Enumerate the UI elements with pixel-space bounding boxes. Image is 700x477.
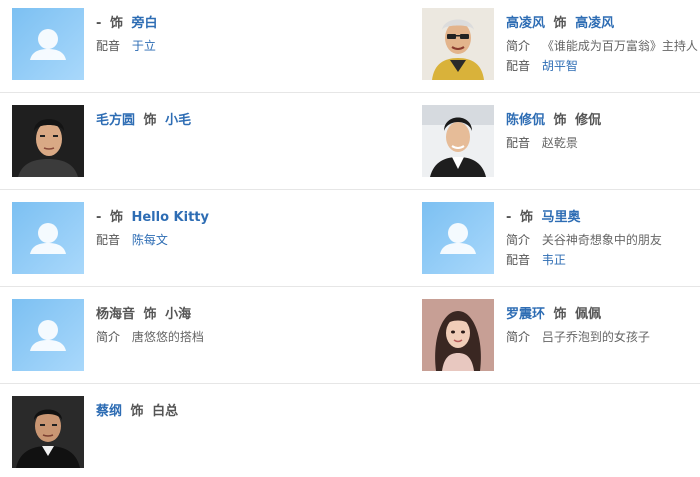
- intro-label: 简介: [506, 233, 531, 247]
- cast-card: 罗震环 饰 佩佩 简介 吕子乔泡到的女孩子: [422, 299, 700, 379]
- actor-photo[interactable]: [422, 105, 494, 177]
- actor-photo-image: [422, 105, 494, 177]
- intro-text: 关谷神奇想象中的朋友: [541, 233, 662, 247]
- row-divider: [0, 383, 700, 384]
- actor-name[interactable]: 高凌风: [506, 16, 545, 31]
- actor-name: 杨海音: [96, 307, 136, 322]
- actor-photo[interactable]: [12, 105, 84, 177]
- default-person-icon: [12, 202, 84, 274]
- row-divider: [0, 92, 700, 93]
- voice-actor-link[interactable]: 陈每文: [132, 233, 168, 247]
- intro-label: 简介: [506, 39, 531, 53]
- intro-label: 简介: [506, 330, 531, 344]
- intro-label: 简介: [96, 330, 121, 344]
- cast-card: 毛方圆 饰 小毛: [12, 105, 302, 185]
- role-name: 佩佩: [575, 307, 602, 322]
- voice-label: 配音: [506, 136, 531, 150]
- voice-label: 配音: [96, 233, 121, 247]
- role-name: 修侃: [575, 113, 602, 128]
- cast-list: - 饰 旁白 配音 于立 高凌风 饰 高凌风 简介 《谁能成为百万富翁》主持人 …: [0, 0, 700, 477]
- row-divider: [0, 286, 700, 287]
- avatar-placeholder[interactable]: [422, 202, 494, 274]
- role-name: 白总: [152, 404, 179, 419]
- intro-text: 吕子乔泡到的女孩子: [541, 330, 650, 344]
- default-person-icon: [422, 202, 494, 274]
- role-separator: 饰: [109, 210, 123, 225]
- actor-photo-image: [12, 105, 84, 177]
- role-name[interactable]: Hello Kitty: [131, 210, 209, 225]
- cast-card: - 饰 Hello Kitty 配音 陈每文: [12, 202, 302, 282]
- role-separator: 饰: [143, 307, 157, 322]
- voice-actor-link[interactable]: 于立: [132, 39, 156, 53]
- avatar-placeholder[interactable]: [12, 299, 84, 371]
- voice-label: 配音: [506, 59, 531, 73]
- voice-actor-link[interactable]: 韦正: [542, 253, 566, 267]
- actor-name: -: [96, 16, 102, 31]
- role-name[interactable]: 马里奥: [541, 210, 580, 225]
- intro-text: 《谁能成为百万富翁》主持人: [541, 39, 698, 53]
- actor-photo-image: [422, 299, 494, 371]
- role-separator: 饰: [553, 113, 567, 128]
- role-name[interactable]: 旁白: [131, 16, 157, 31]
- role-separator: 饰: [519, 210, 533, 225]
- actor-name[interactable]: 毛方圆: [96, 113, 135, 128]
- role-separator: 饰: [553, 16, 567, 31]
- role-separator: 饰: [130, 404, 144, 419]
- actor-photo[interactable]: [12, 396, 84, 468]
- role-separator: 饰: [143, 113, 157, 128]
- cast-card: - 饰 马里奥 简介 关谷神奇想象中的朋友 配音 韦正: [422, 202, 700, 282]
- actor-photo-image: [12, 396, 84, 468]
- default-person-icon: [12, 299, 84, 371]
- actor-name[interactable]: 陈修侃: [506, 113, 545, 128]
- voice-actor-link[interactable]: 胡平智: [542, 59, 578, 73]
- cast-card: 陈修侃 饰 修侃 配音 赵乾景: [422, 105, 700, 185]
- voice-label: 配音: [506, 253, 531, 267]
- actor-name: -: [96, 210, 102, 225]
- role-separator: 饰: [553, 307, 567, 322]
- voice-actor: 赵乾景: [541, 136, 578, 150]
- role-separator: 饰: [109, 16, 123, 31]
- row-divider: [0, 189, 700, 190]
- intro-text: 唐悠悠的搭档: [131, 330, 204, 344]
- role-name: 小海: [165, 307, 192, 322]
- cast-card: 蔡纲 饰 白总: [12, 396, 302, 476]
- avatar-placeholder[interactable]: [12, 8, 84, 80]
- avatar-placeholder[interactable]: [12, 202, 84, 274]
- actor-photo[interactable]: [422, 8, 494, 80]
- actor-name[interactable]: 罗震环: [506, 307, 545, 322]
- actor-name: -: [506, 210, 512, 225]
- actor-name[interactable]: 蔡纲: [96, 404, 122, 419]
- actor-photo[interactable]: [422, 299, 494, 371]
- cast-card: 高凌风 饰 高凌风 简介 《谁能成为百万富翁》主持人 配音 胡平智: [422, 8, 700, 88]
- cast-card: - 饰 旁白 配音 于立: [12, 8, 302, 88]
- cast-card: 杨海音 饰 小海 简介 唐悠悠的搭档: [12, 299, 302, 379]
- actor-photo-image: [422, 8, 494, 80]
- default-person-icon: [12, 8, 84, 80]
- role-name[interactable]: 小毛: [165, 113, 191, 128]
- voice-label: 配音: [96, 39, 121, 53]
- role-name[interactable]: 高凌风: [575, 16, 614, 31]
